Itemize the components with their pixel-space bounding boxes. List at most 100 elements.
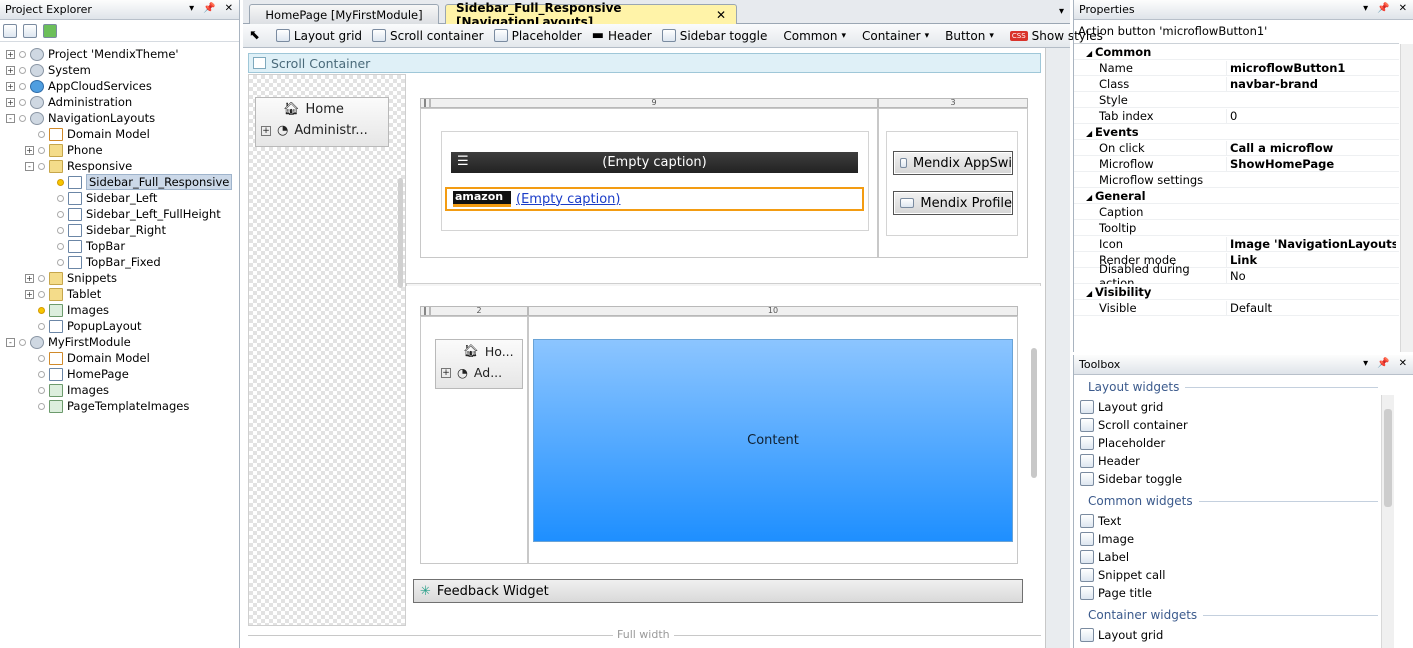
property-value[interactable]: ShowHomePage [1226, 156, 1396, 171]
tree-item[interactable]: Images [25, 302, 109, 318]
sidebar-toggle-button[interactable]: Sidebar toggle [660, 29, 770, 43]
toolbox-item[interactable]: Placeholder [1080, 436, 1165, 450]
sidebar-toggle-bar[interactable]: ☰ (Empty caption) [451, 152, 858, 173]
nav-item-administration[interactable]: + ◔ Ad... [441, 365, 502, 380]
property-value[interactable]: Image 'NavigationLayouts.Ima [1226, 236, 1396, 251]
property-value[interactable]: Call a microflow [1226, 140, 1396, 155]
tree-item[interactable]: + Tablet [25, 286, 101, 302]
property-row[interactable]: Tooltip [1074, 220, 1399, 236]
header-container[interactable] [441, 131, 869, 231]
toolbox-group-header[interactable]: Layout widgets [1088, 380, 1378, 394]
tree-item[interactable]: + Administration [6, 94, 132, 110]
tab-dropdown-icon[interactable]: ▾ [1059, 6, 1064, 17]
tree-item[interactable]: + Project 'MendixTheme' [6, 46, 179, 62]
sidebar-scrollbar[interactable] [398, 178, 403, 288]
tree-item[interactable]: Domain Model [25, 126, 150, 142]
toolbox-item[interactable]: Scroll container [1080, 418, 1188, 432]
toolbox-scrollbar[interactable] [1381, 395, 1394, 648]
property-category[interactable]: ◢ General [1074, 188, 1399, 204]
nav-item-home[interactable]: 🏠︎ Home [283, 102, 344, 117]
close-icon[interactable]: ✕ [1399, 3, 1407, 14]
collapse-icon[interactable]: ◢ [1086, 193, 1095, 202]
profile-button[interactable]: Mendix Profile [893, 191, 1013, 215]
container-dropdown[interactable]: Container ▾ [860, 29, 931, 43]
tree-item[interactable]: Sidebar_Right [44, 222, 166, 238]
nav-item-administration[interactable]: + ◔ Administr... [261, 123, 368, 138]
toolbox-item[interactable]: Header [1080, 454, 1140, 468]
tree-item[interactable]: TopBar_Fixed [44, 254, 161, 270]
expand-icon[interactable]: + [25, 289, 34, 299]
tree-item[interactable]: Images [25, 382, 109, 398]
tree-item[interactable]: PageTemplateImages [25, 398, 189, 414]
sidebar-region[interactable] [248, 74, 406, 626]
tree-item[interactable]: - Responsive [25, 158, 132, 174]
grid-column-header[interactable]: 2 [430, 306, 528, 316]
property-row[interactable]: Icon Image 'NavigationLayouts.Ima [1074, 236, 1399, 252]
property-row[interactable]: On click Call a microflow [1074, 140, 1399, 156]
property-value[interactable]: 0 [1226, 108, 1396, 123]
property-row[interactable]: Caption [1074, 204, 1399, 220]
expand-icon[interactable]: + [6, 97, 15, 107]
close-icon[interactable]: ✕ [225, 3, 233, 14]
property-row[interactable]: Disabled during action No [1074, 262, 1399, 290]
collapse-icon[interactable]: - [6, 337, 15, 347]
toolbox-item[interactable]: Layout grid [1080, 400, 1163, 414]
tree-item[interactable]: Domain Model [25, 350, 150, 366]
toolbox-group-header[interactable]: Container widgets [1088, 608, 1378, 622]
grid-handle[interactable]: ‖ [420, 306, 430, 316]
grid-column-header[interactable]: 3 [878, 98, 1028, 108]
tree-item[interactable]: - MyFirstModule [6, 334, 131, 350]
tree-item[interactable]: Sidebar_Full_Responsive [44, 174, 233, 190]
grid-column-header[interactable]: 9 [430, 98, 878, 108]
collapse-icon[interactable]: ◢ [1086, 49, 1095, 58]
collapse-icon[interactable]: ◢ [1086, 289, 1095, 298]
property-row[interactable]: Style [1074, 92, 1399, 108]
property-row[interactable]: Microflow settings [1074, 172, 1399, 188]
toolbox-item[interactable]: Image [1080, 532, 1134, 546]
content-scrollbar[interactable] [1031, 348, 1037, 478]
pin-icon[interactable]: 📌 [1377, 358, 1389, 369]
tree-item[interactable]: + System [6, 62, 91, 78]
tree-item[interactable]: PopupLayout [25, 318, 142, 334]
property-category[interactable]: ◢ Visibility [1074, 284, 1399, 300]
property-row[interactable]: Tab index 0 [1074, 108, 1399, 124]
header-button[interactable]: ▬ Header [590, 28, 654, 43]
properties-scrollbar[interactable] [1400, 44, 1413, 352]
close-icon[interactable]: ✕ [1399, 358, 1407, 369]
tree-item[interactable]: TopBar [44, 238, 125, 254]
property-category[interactable]: ◢ Common [1074, 44, 1399, 60]
sync-icon[interactable] [43, 23, 57, 38]
dropdown-icon[interactable]: ▾ [189, 3, 194, 14]
property-value[interactable]: No [1226, 268, 1396, 283]
feedback-widget[interactable]: ✳ Feedback Widget [413, 579, 1023, 603]
property-row[interactable]: Microflow ShowHomePage [1074, 156, 1399, 172]
toolbox-item[interactable]: Text [1080, 514, 1121, 528]
collapse-all-icon[interactable] [23, 23, 37, 38]
expand-icon[interactable]: + [25, 145, 34, 155]
tree-item[interactable]: + Phone [25, 142, 103, 158]
property-row[interactable]: Class navbar-brand [1074, 76, 1399, 92]
expand-icon[interactable]: + [25, 273, 34, 283]
tab-homepage[interactable]: HomePage [MyFirstModule] [249, 4, 439, 24]
tree-item[interactable]: - NavigationLayouts [6, 110, 155, 126]
collapse-icon[interactable]: ◢ [1086, 129, 1095, 138]
collapse-icon[interactable]: - [6, 113, 15, 123]
property-value[interactable]: navbar-brand [1226, 76, 1396, 91]
property-value[interactable]: Default [1226, 300, 1396, 315]
page-editor-canvas[interactable]: Scroll Container 🏠︎ Home + ◔ Administr... ‖… [243, 48, 1070, 648]
collapse-icon[interactable]: - [25, 161, 34, 171]
button-dropdown[interactable]: Button ▾ [943, 29, 996, 43]
dropdown-icon[interactable]: ▾ [1363, 358, 1368, 369]
pin-icon[interactable]: 📌 [1377, 3, 1389, 14]
grid-column-header[interactable]: 10 [528, 306, 1018, 316]
property-row[interactable]: Visible Default [1074, 300, 1399, 316]
content-placeholder[interactable]: Content [533, 339, 1013, 542]
tree-item[interactable]: + Snippets [25, 270, 117, 286]
pointer-tool-button[interactable]: ⬉ [247, 28, 262, 43]
scroll-container-header[interactable]: Scroll Container [248, 53, 1041, 73]
expand-all-icon[interactable] [3, 23, 17, 38]
tree-item[interactable]: Sidebar_Left_FullHeight [44, 206, 221, 222]
dropdown-icon[interactable]: ▾ [1363, 3, 1368, 14]
expand-icon[interactable]: + [6, 49, 15, 59]
property-row[interactable]: Name microflowButton1 [1074, 60, 1399, 76]
